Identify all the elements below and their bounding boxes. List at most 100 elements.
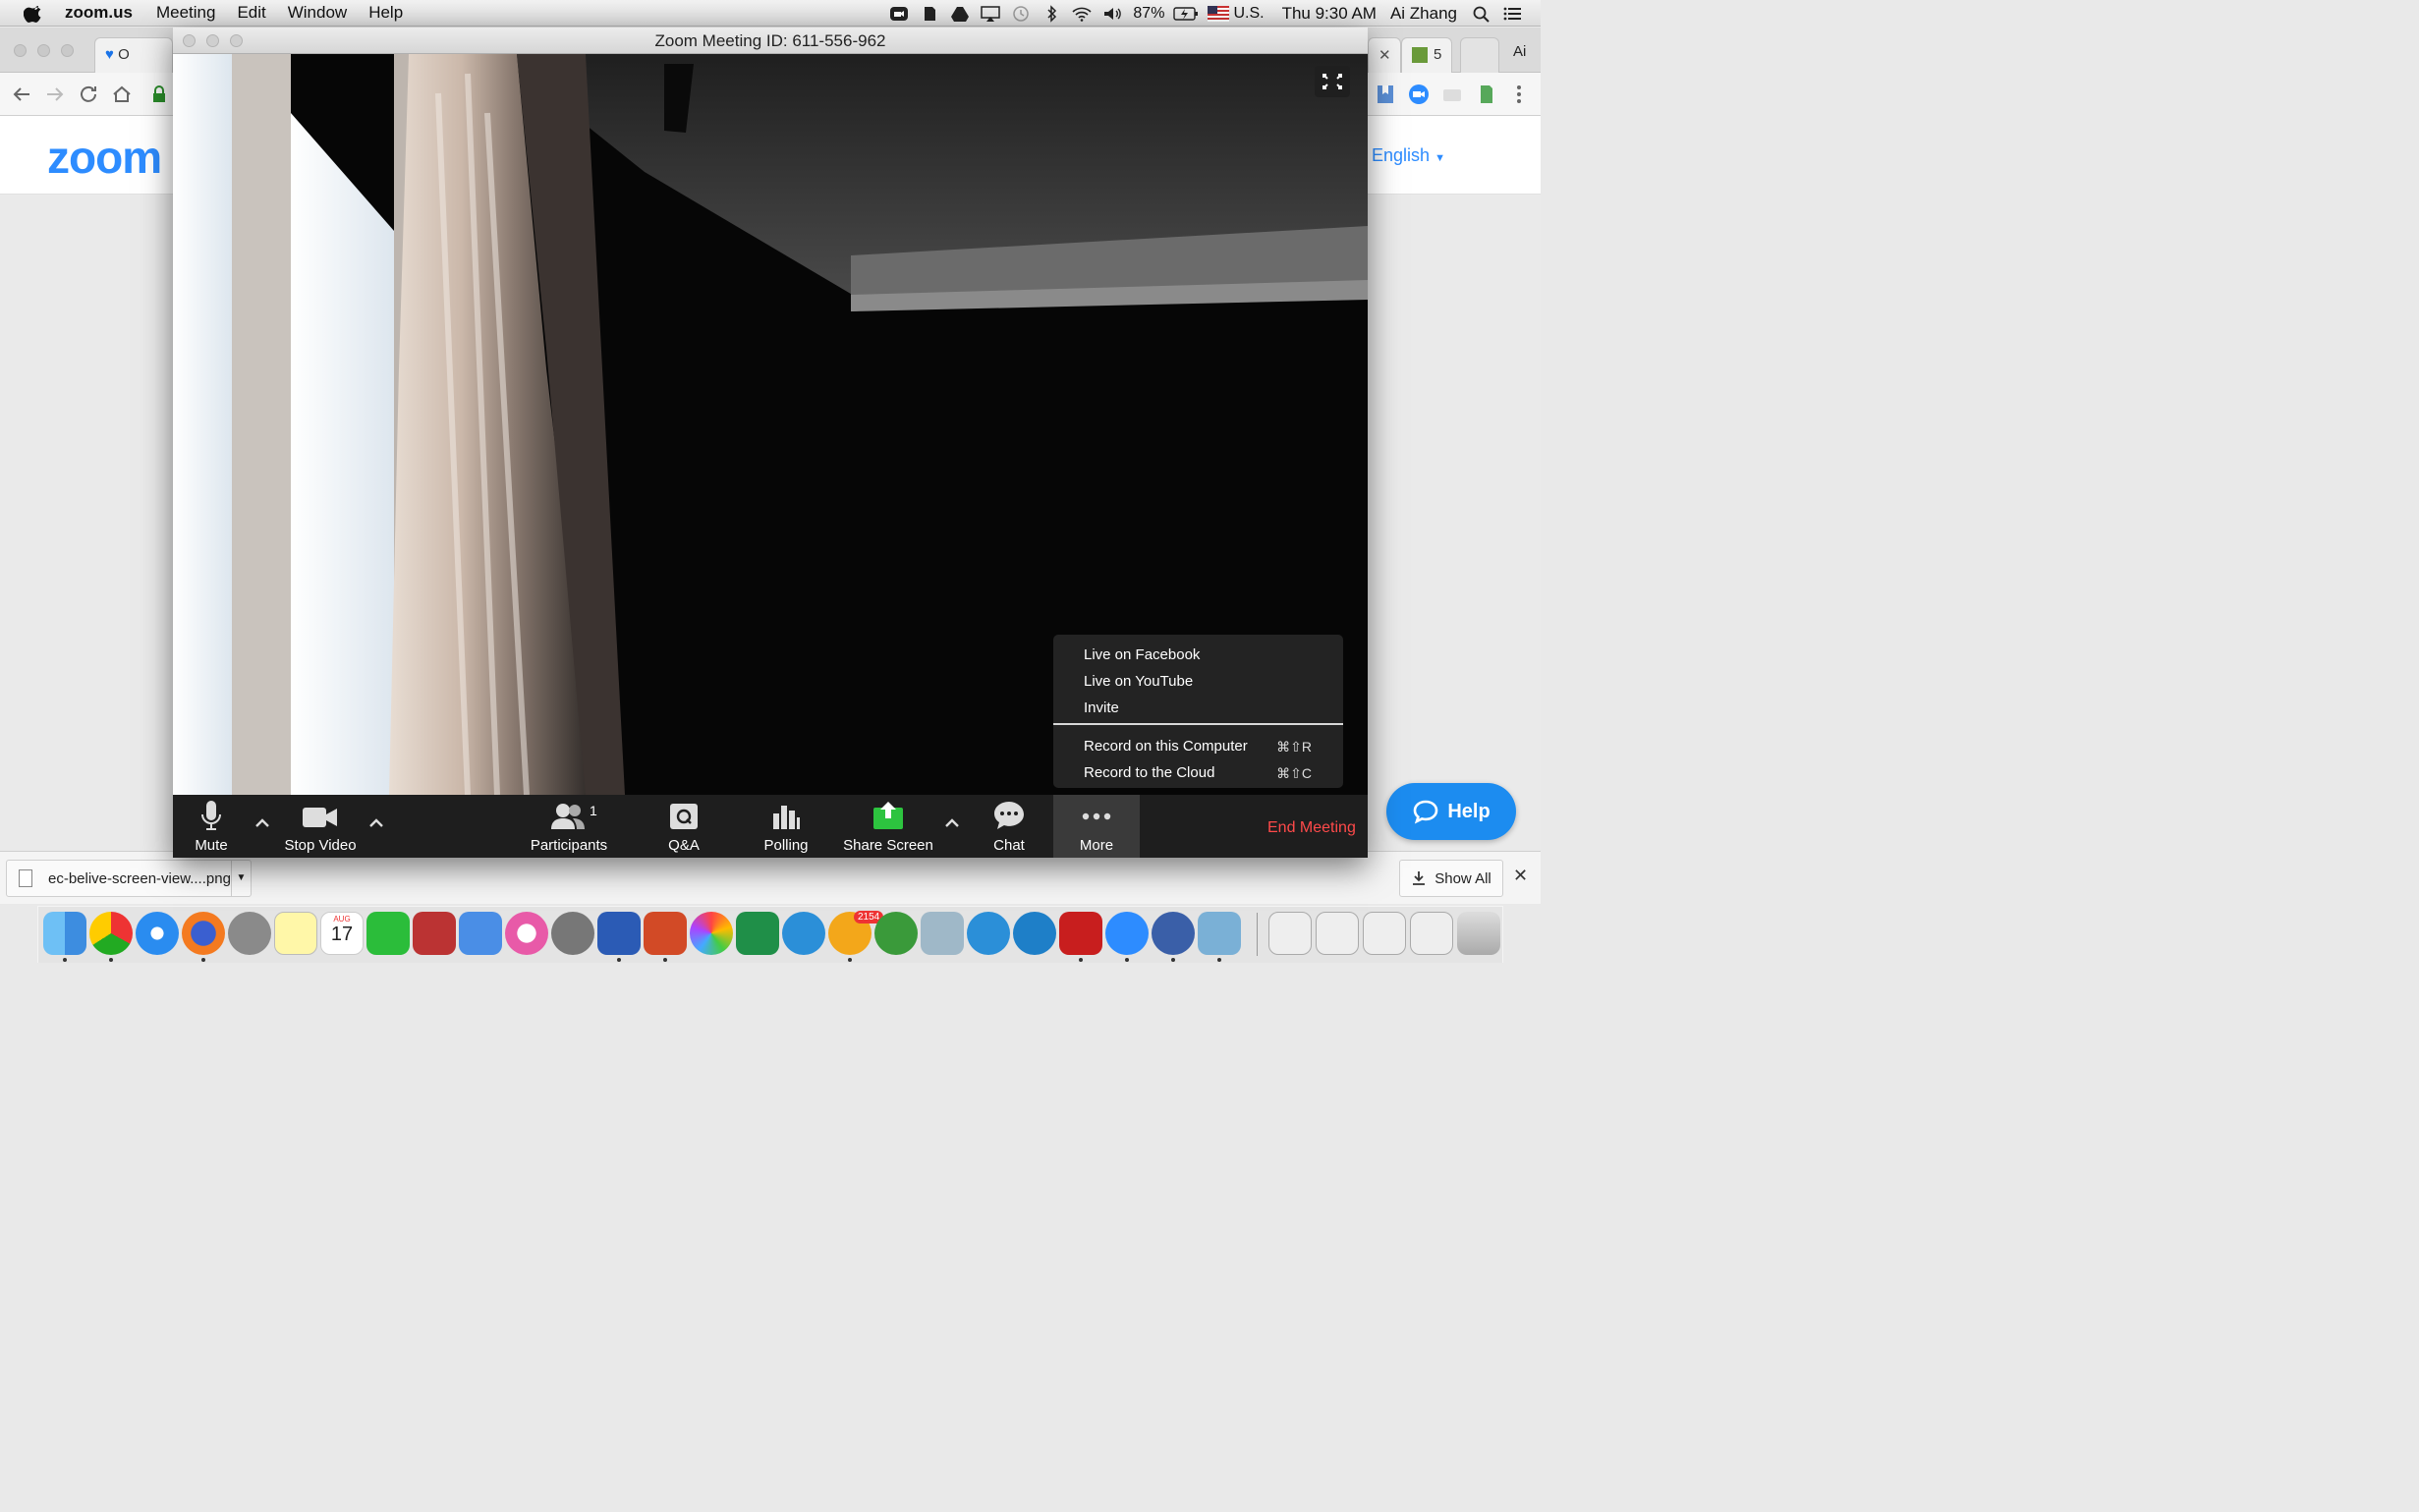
safari-icon[interactable] [136,912,179,955]
airplay-icon[interactable] [980,5,1001,23]
spotlight-search-icon[interactable] [1471,5,1492,23]
evernote-extension-icon[interactable] [1474,83,1497,106]
record-on-computer-item[interactable]: Record on this Computer [1084,738,1248,755]
time-machine-icon[interactable] [1010,5,1032,23]
menu-app-zoom[interactable]: zoom.us [65,3,133,23]
end-meeting-button[interactable]: End Meeting [1267,819,1356,837]
photo-booth-icon[interactable] [413,912,456,955]
wifi-icon[interactable] [1071,5,1093,23]
camera-extension-icon[interactable] [1440,83,1464,106]
profile-label[interactable]: Ai [1513,43,1526,60]
zoom-status-icon[interactable] [888,5,910,23]
chat-button[interactable]: Chat [984,795,1034,858]
close-downloads-icon[interactable]: ✕ [1513,866,1528,886]
zoom-minimize-dot[interactable] [206,34,219,47]
zoom-close-dot[interactable] [183,34,196,47]
excel-icon[interactable] [736,912,779,955]
photos-icon[interactable] [690,912,733,955]
zoom-dock-icon[interactable] [1105,912,1149,955]
minimized-window-icon[interactable] [1268,912,1312,955]
menu-help[interactable]: Help [368,3,403,23]
battery-percent[interactable]: 87% [1133,5,1164,23]
minimized-window-icon[interactable] [1316,912,1359,955]
audio-options-chevron-icon[interactable] [252,812,273,834]
share-options-chevron-icon[interactable] [941,812,963,834]
record-to-cloud-item[interactable]: Record to the Cloud [1084,764,1214,781]
browser-zoom-dot[interactable] [61,44,74,57]
browser-tab-2[interactable]: 5 [1401,37,1452,73]
word-icon[interactable] [597,912,641,955]
polling-button[interactable]: Polling [759,795,814,858]
browser-tab-close-icon[interactable]: ✕ [1368,37,1401,73]
facetime-icon[interactable] [366,912,410,955]
chevron-down-icon[interactable]: ▼ [231,861,251,896]
share-screen-button[interactable]: Share Screen [839,795,937,858]
firefox-icon[interactable] [182,912,225,955]
calendar-month: AUG [333,915,351,924]
forward-arrow-icon[interactable] [43,83,67,106]
finder-icon[interactable] [43,912,86,955]
zoom-extension-icon[interactable] [1407,83,1431,106]
system-preferences-icon[interactable] [551,912,594,955]
zoom-website-logo[interactable]: zoom [47,131,162,184]
show-all-downloads-button[interactable]: Show All [1399,860,1503,897]
menu-meeting[interactable]: Meeting [156,3,215,23]
participants-button[interactable]: Participants [527,795,611,858]
alarm-clock-icon[interactable] [1152,912,1195,955]
back-arrow-icon[interactable] [10,83,33,106]
qa-button[interactable]: Q&A [660,795,707,858]
language-selector[interactable]: English ▼ [1372,145,1445,166]
live-on-youtube-item[interactable]: Live on YouTube [1084,673,1193,690]
preview-icon[interactable] [1198,912,1241,955]
home-icon[interactable] [110,83,134,106]
app-c-icon[interactable] [782,912,825,955]
volume-icon[interactable] [1101,5,1123,23]
menu-bar-user[interactable]: Ai Zhang [1390,4,1457,24]
downloader-icon[interactable] [874,912,918,955]
fullscreen-button[interactable] [1315,66,1350,97]
apple-icon[interactable] [24,2,45,24]
stop-video-button[interactable]: Stop Video [279,795,362,858]
network-utility-icon[interactable] [921,912,964,955]
us-flag-icon[interactable] [1208,5,1230,23]
chrome-icon[interactable] [89,912,133,955]
video-options-chevron-icon[interactable] [366,812,387,834]
reload-icon[interactable] [77,83,100,106]
trash-icon[interactable] [1457,912,1500,955]
more-button[interactable]: More [1053,795,1140,858]
polling-chart-icon [773,806,800,829]
download-item[interactable]: ec-belive-screen-view....png ▼ [6,860,252,897]
new-tab-button[interactable] [1460,37,1499,73]
record-on-computer-shortcut: ⌘⇧R [1276,739,1312,755]
launchpad-icon[interactable] [228,912,271,955]
notes-icon[interactable] [274,912,317,955]
mute-button[interactable]: Mute [187,795,236,858]
minimized-window-icon[interactable] [1363,912,1406,955]
battery-charging-icon[interactable] [1173,5,1199,23]
menu-bar-clock[interactable]: Thu 9:30 AM [1282,4,1377,24]
keynote-icon[interactable] [459,912,502,955]
invite-item[interactable]: Invite [1084,700,1119,716]
help-chat-button[interactable]: Help [1386,783,1516,840]
app-c2-icon[interactable] [967,912,1010,955]
input-source-label[interactable]: U.S. [1233,5,1264,23]
app-c3-icon[interactable] [1013,912,1056,955]
live-on-facebook-item[interactable]: Live on Facebook [1084,646,1200,663]
browser-close-dot[interactable] [14,44,27,57]
itunes-icon[interactable] [505,912,548,955]
menu-edit[interactable]: Edit [237,3,265,23]
bookmark-extension-icon[interactable] [1374,83,1397,106]
browser-menu-icon[interactable] [1507,83,1531,106]
acrobat-icon[interactable] [1059,912,1102,955]
browser-tab-1[interactable]: ♥ O [94,37,173,73]
google-drive-icon[interactable] [949,5,971,23]
calendar-icon[interactable]: AUG 17 [320,912,364,955]
zoom-zoom-dot[interactable] [230,34,243,47]
evernote-icon[interactable] [919,5,940,23]
browser-minimize-dot[interactable] [37,44,50,57]
notification-center-icon[interactable] [1501,5,1523,23]
bluetooth-icon[interactable] [1041,4,1062,23]
minimized-window-icon[interactable] [1410,912,1453,955]
powerpoint-icon[interactable] [644,912,687,955]
menu-window[interactable]: Window [288,3,347,23]
